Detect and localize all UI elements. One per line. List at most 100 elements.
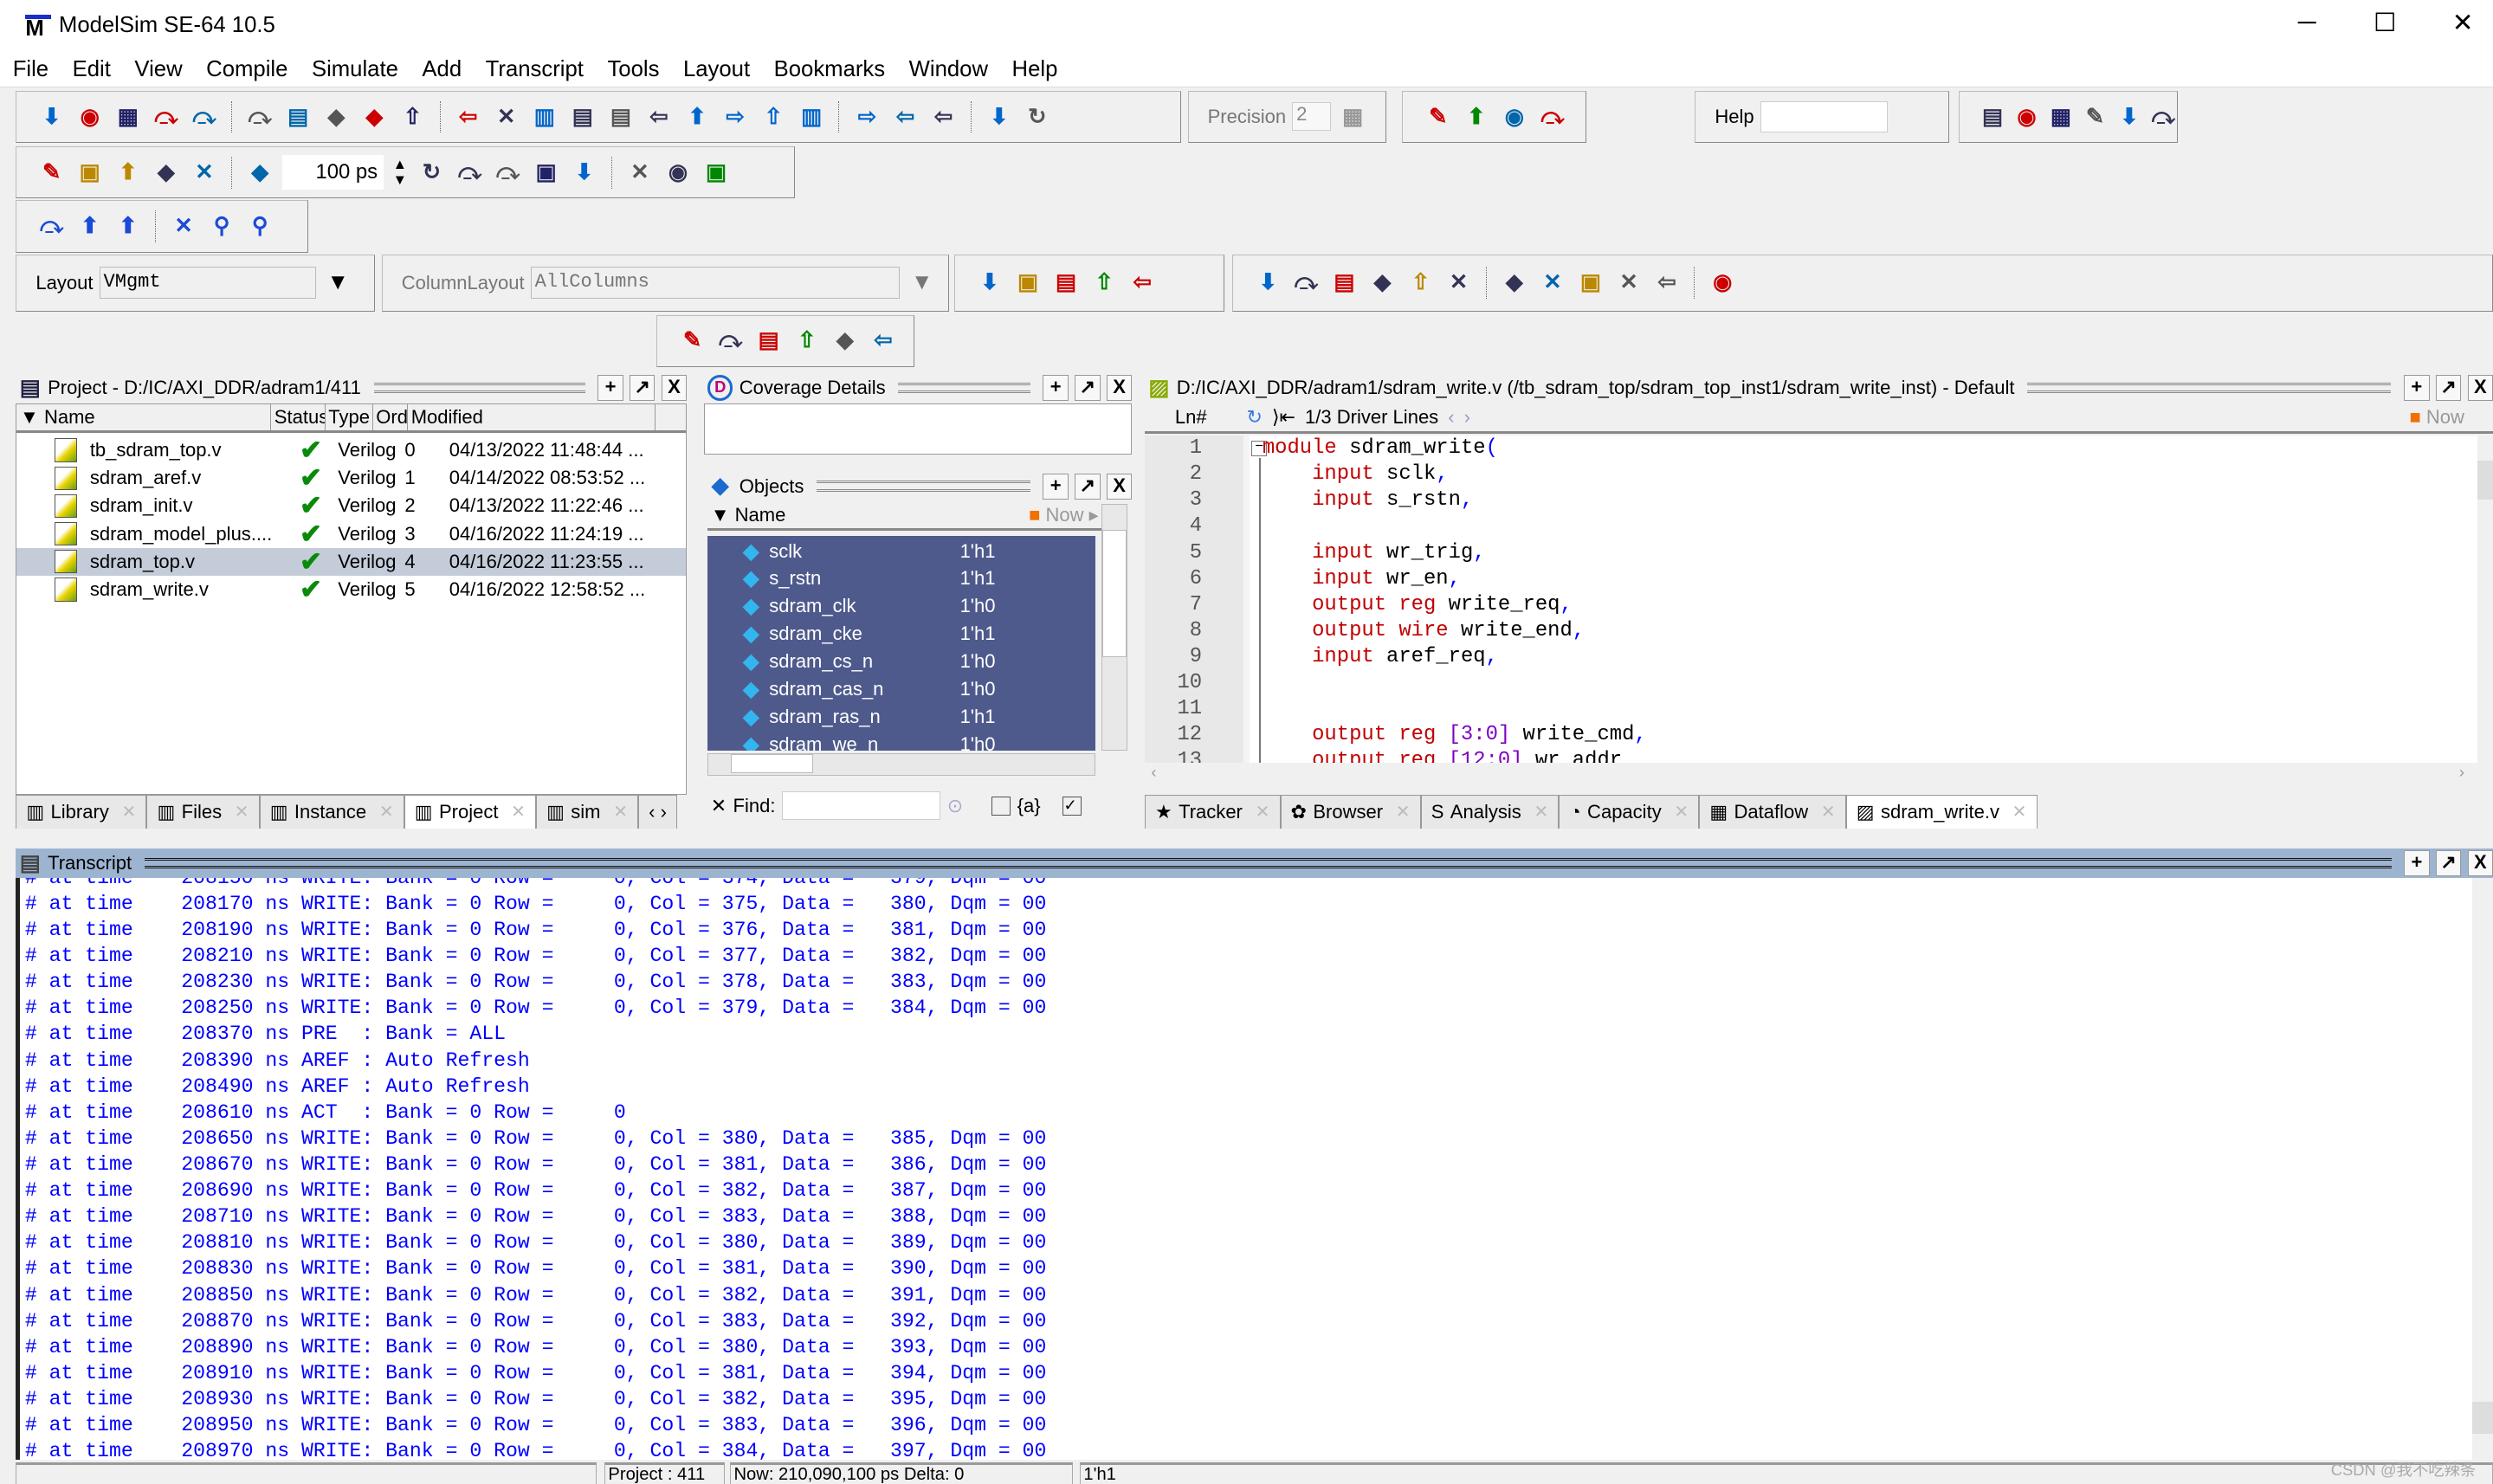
cut-wave-icon[interactable]: ⇨ [851,101,883,133]
open-icon[interactable]: ◉ [74,101,106,133]
tab-sdram_write-v[interactable]: ▨ sdram_write.v ✕ [1845,795,2038,829]
restart-icon[interactable]: ◆ [244,157,276,189]
regex-checkbox[interactable] [991,796,1011,816]
close-pane-button[interactable]: X [1106,375,1133,401]
dock-button[interactable]: + [2404,375,2430,401]
undock-button[interactable]: ↗ [2435,850,2462,876]
undo-icon[interactable]: ◆ [358,101,391,133]
save-icon[interactable]: ▦ [113,101,145,133]
source-vscrollbar[interactable] [2477,436,2493,764]
compile-all-icon[interactable]: ▣ [74,157,106,189]
tab-analysis[interactable]: S Analysis ✕ [1420,795,1560,829]
tab-files[interactable]: ▥ Files ✕ [146,795,260,829]
run-length-spinner[interactable]: ▲ ▼ [391,156,410,189]
find-next-icon[interactable]: ⊙ [947,795,963,817]
step-into-all-icon[interactable]: ✕ [168,210,200,242]
wave-add-icon[interactable]: ⬇ [974,267,1006,299]
doc4-icon[interactable]: ⬇ [2115,101,2143,133]
wave-edit-icon[interactable]: ▤ [1050,267,1082,299]
trace-all-icon[interactable]: ⇧ [758,101,790,133]
driver-lines-icon[interactable]: ⟩⇤ [1272,406,1295,429]
new-file-icon[interactable]: ⬇ [36,101,68,133]
doc3-icon[interactable]: ✎ [2081,101,2109,133]
break-icon[interactable]: ⇦ [927,101,959,133]
clear-all-icon[interactable]: ⬆ [1461,101,1493,133]
forward-arrow-icon[interactable]: ✕ [189,157,221,189]
tab-close-icon[interactable]: ✕ [1256,801,1270,823]
undock-button[interactable]: ↗ [1075,474,1101,500]
run-icon[interactable]: ↻ [416,157,448,189]
menu-help[interactable]: Help [999,53,1069,83]
menu-bookmarks[interactable]: Bookmarks [761,53,896,83]
close-pane-button[interactable]: X [2467,850,2493,876]
dataflow-icon[interactable]: ◉ [1707,267,1739,299]
tab-close-icon[interactable]: ✕ [613,801,628,823]
signal-row[interactable]: ◆ s_rstn 1'h1 [707,565,1095,593]
cursor-box-icon[interactable]: ◆ [1366,267,1398,299]
dock-button[interactable]: + [2404,850,2430,876]
menu-window[interactable]: Window [896,53,999,83]
wave-export-icon[interactable]: ⇦ [1127,267,1159,299]
doc-icon[interactable]: ◉ [1499,101,1531,133]
print-icon[interactable]: ⤼ [189,101,221,133]
cursor-io-icon[interactable]: ▤ [1328,267,1360,299]
objects-vscrollbar[interactable] [1101,504,1127,751]
tab-project[interactable]: ▥ Project ✕ [404,795,537,829]
project-file-row[interactable]: sdram_write.v ✔ Verilog 5 04/16/2022 12:58:5… [16,574,686,604]
layout-select[interactable]: VMgmt [99,267,316,300]
memory-profile-icon[interactable]: ◉ [662,157,694,189]
menu-edit[interactable]: Edit [60,53,122,83]
step-out-all-icon[interactable]: ⚲ [244,210,276,242]
wave-remove-icon[interactable]: ▣ [1012,267,1044,299]
trace-expand-icon[interactable]: ⇨ [720,101,752,133]
step-into-icon[interactable]: ⤼ [36,210,68,242]
col-order[interactable]: Order [373,404,409,431]
tab-close-icon[interactable]: ✕ [1674,801,1689,823]
menu-view[interactable]: View [122,53,194,83]
tab-capacity[interactable]: ◔ Capacity ✕ [1559,795,1700,829]
col-status[interactable]: Status [271,404,326,431]
doc5-icon[interactable]: ⤼ [2149,101,2177,133]
now-button[interactable]: ■ Now ▸ [1025,502,1101,528]
search-help-icon[interactable]: ▤ [1979,101,2006,133]
measure-icon[interactable]: ✕ [1613,267,1645,299]
zoom-mode-icon[interactable]: ✕ [1537,267,1569,299]
copy-icon[interactable]: ▤ [282,101,314,133]
col-name[interactable]: ▼ Name [707,502,789,528]
project-file-row[interactable]: tb_sdram_top.v ✔ Verilog 0 04/13/2022 11:48:… [16,435,686,465]
run-all-icon[interactable]: ⤼ [492,157,524,189]
dock-button[interactable]: + [1043,474,1069,500]
wave-compare-icon[interactable]: ⬇ [984,101,1016,133]
undock-button[interactable]: ↗ [2435,375,2462,401]
pan-icon[interactable]: ▣ [1575,267,1607,299]
find-input[interactable] [781,791,941,821]
break-run-icon[interactable]: ▣ [530,157,562,189]
delete-icon[interactable]: ⇦ [889,101,921,133]
continue-icon[interactable]: ⤼ [454,157,486,189]
stop-icon[interactable]: ⬇ [568,157,600,189]
find-icon[interactable]: ✕ [490,101,522,133]
dock-button[interactable]: + [1043,375,1069,401]
trace-back-icon[interactable]: ▤ [605,101,637,133]
signal-row[interactable]: ◆ sdram_clk 1'h0 [707,592,1095,620]
reload-icon[interactable]: ⤼ [151,101,183,133]
menu-file[interactable]: File [0,53,60,83]
trace-collapse-icon[interactable]: ▥ [796,101,828,133]
undock-button[interactable]: ↗ [630,375,656,401]
now-button[interactable]: ■ Now [2409,406,2464,429]
trace-x-icon[interactable]: ⬆ [681,101,714,133]
close-find-icon[interactable]: ✕ [711,795,727,817]
tab-sim[interactable]: ▥ sim ✕ [536,795,639,829]
prev-driver-icon[interactable]: ‹ [1448,406,1454,429]
wave-insert-icon[interactable]: ⇧ [1088,267,1121,299]
remove-icon[interactable]: ⤼ [1537,101,1569,133]
transcript-vscrollbar[interactable] [2472,877,2493,1460]
memory-icon[interactable]: ↻ [1022,101,1054,133]
source-hscrollbar[interactable]: ‹ › [1144,763,2477,786]
tab-close-icon[interactable]: ✕ [511,801,526,823]
column-layout-select[interactable]: AllColumns [531,267,900,300]
zoom-range-icon[interactable]: ⇦ [868,325,900,357]
menu-tools[interactable]: Tools [595,53,671,83]
cursor-o-icon[interactable]: ⤼ [1290,267,1322,299]
tab-close-icon[interactable]: ✕ [1821,801,1836,823]
